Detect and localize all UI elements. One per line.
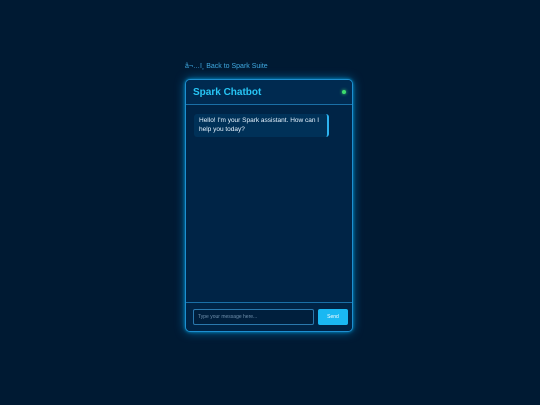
chat-header: Spark Chatbot <box>186 80 352 105</box>
chat-title: Spark Chatbot <box>193 87 262 98</box>
bot-message: Hello! I'm your Spark assistant. How can… <box>194 114 329 137</box>
input-bar: Send <box>186 302 352 331</box>
online-status-icon <box>342 90 346 94</box>
message-list: Hello! I'm your Spark assistant. How can… <box>186 105 352 304</box>
chat-window: Spark Chatbot Hello! I'm your Spark assi… <box>185 79 353 332</box>
back-to-spark-suite-link[interactable]: â¬…ï¸ Back to Spark Suite <box>185 63 268 70</box>
send-button[interactable]: Send <box>318 309 348 325</box>
message-input[interactable] <box>193 309 314 325</box>
